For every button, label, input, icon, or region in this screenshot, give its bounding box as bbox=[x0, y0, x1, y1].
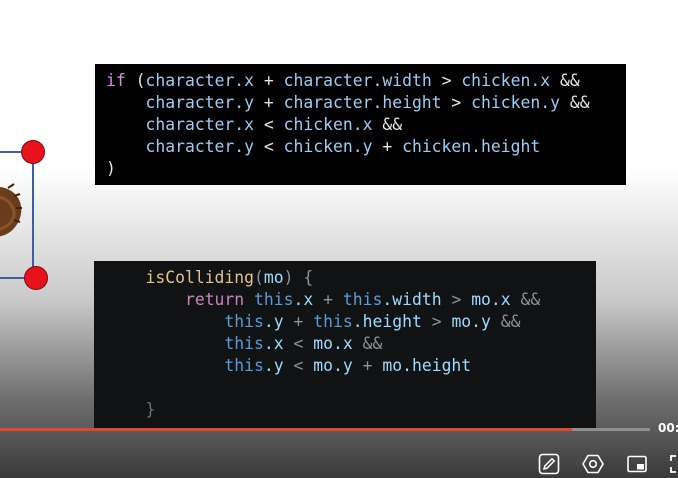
resize-handle-bottom[interactable] bbox=[24, 266, 48, 290]
settings-icon bbox=[582, 454, 604, 474]
video-progress-fill bbox=[0, 428, 572, 431]
code-snippet-condition: if (character.x + character.width > chic… bbox=[95, 64, 626, 185]
code-snippet-is-colliding: isColliding(mo) { return this.x + this.w… bbox=[94, 261, 596, 428]
video-progress-bar[interactable] bbox=[0, 428, 650, 431]
fullscreen-icon bbox=[670, 455, 676, 473]
fullscreen-button[interactable] bbox=[664, 452, 678, 476]
edit-icon bbox=[538, 453, 560, 475]
character-sprite bbox=[0, 183, 22, 237]
video-time: 00: bbox=[658, 421, 678, 435]
picture-in-picture-icon bbox=[627, 455, 647, 473]
resize-handle-top[interactable] bbox=[21, 140, 45, 164]
picture-in-picture-button[interactable] bbox=[625, 452, 649, 476]
settings-button[interactable] bbox=[581, 452, 605, 476]
edit-button[interactable] bbox=[537, 452, 561, 476]
